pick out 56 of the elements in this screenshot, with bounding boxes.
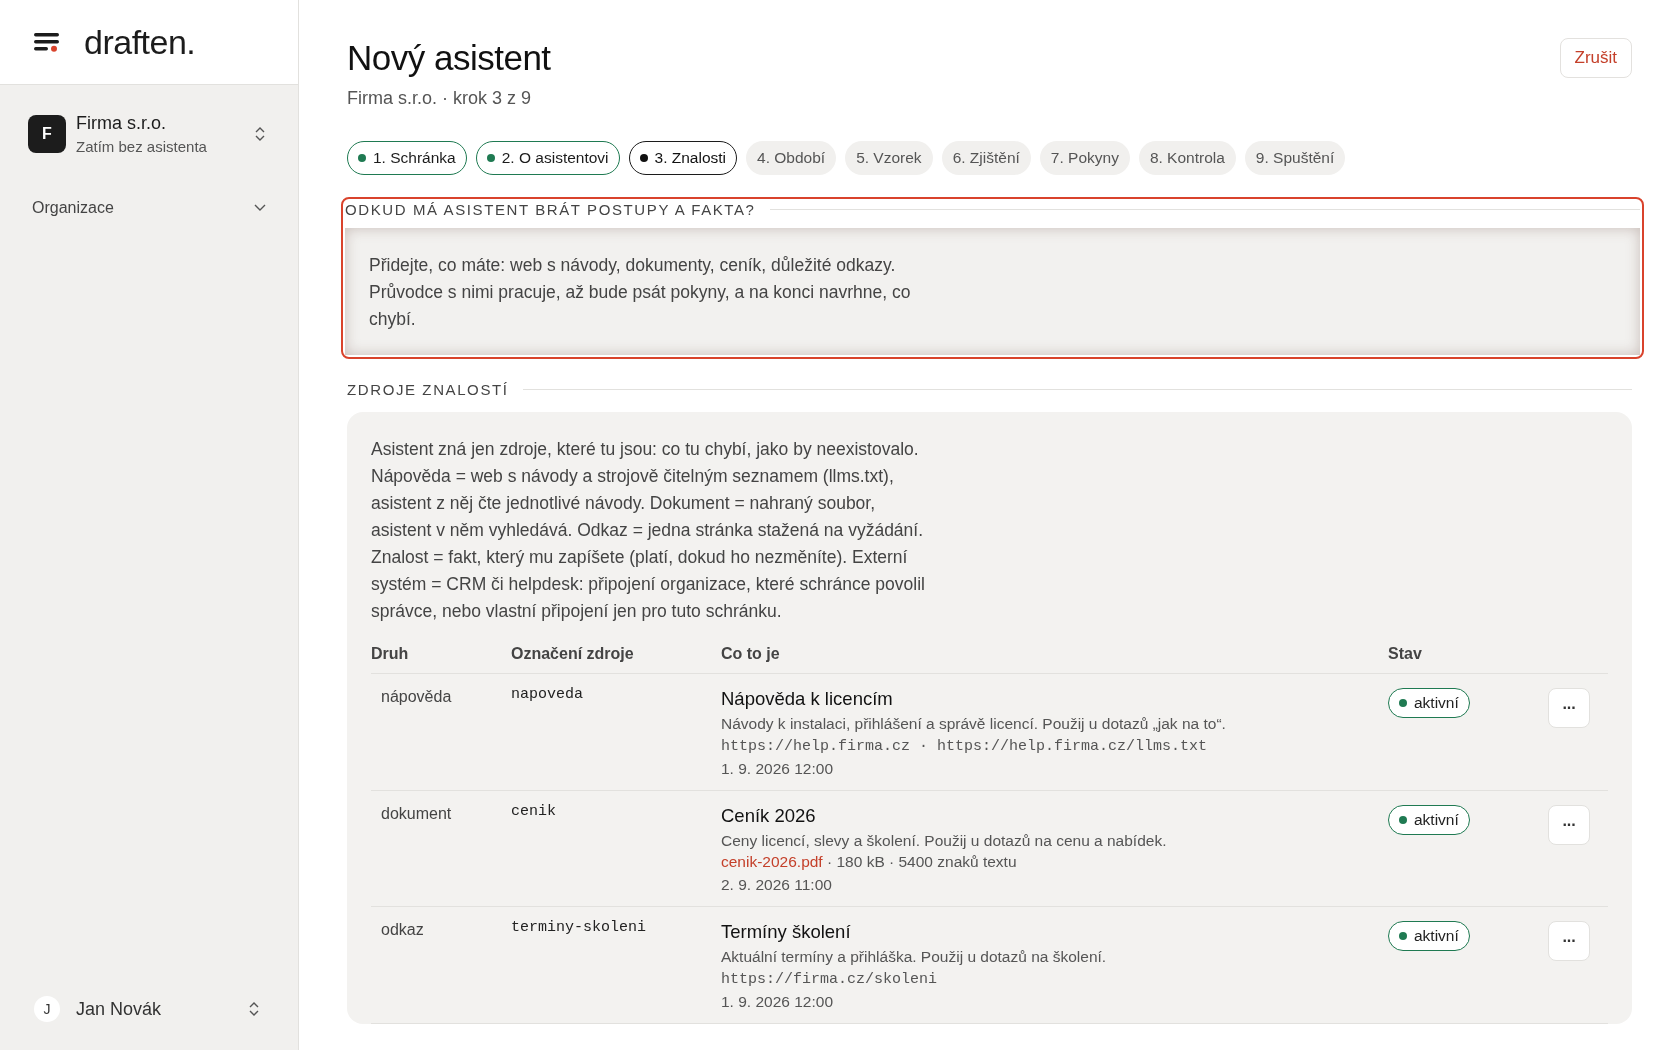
step-tab[interactable]: 2. O asistentovi <box>475 141 620 175</box>
source-date: 2. 9. 2026 11:00 <box>721 876 833 894</box>
source-id: terminy-skoleni <box>511 919 648 936</box>
source-description: Ceny licencí, slevy a školení. Použij u dotazů na cenu a nabídek. <box>721 832 1168 850</box>
source-title: Termíny školení <box>721 921 852 943</box>
more-button[interactable]: ··· <box>1548 921 1590 961</box>
section-heading: ZDROJE ZNALOSTÍ <box>347 381 509 398</box>
file-info: · 180 kB · 5400 znaků textu <box>826 853 1017 870</box>
source-url: https://firma.cz/skoleni <box>721 971 938 988</box>
source-title: Ceník 2026 <box>721 805 817 827</box>
sources-description: Asistent zná jen zdroje, které tu jsou: co tu chybí, jako by neexistovalo. Nápověda = web s návody a strojově čitelným seznamem (llms.txt), asistent z něj čte jednotlivé návody. Dokument = nahraný soubor, asistent v něm vyhledává. Odkaz = jedna stránka stažená na vyžádání. Znalost = fakt, který mu zapíšete (platí, dokud ho nezměníte). Externí systém = CRM či helpdesk: připojení organizace, které schránce povolil správce, nebo vlastní připojení jen pro tuto schránku. <box>371 438 926 623</box>
more-button[interactable]: ··· <box>1548 805 1590 845</box>
source-description: Návody k instalaci, přihlášení a správě licencí. Použij u dotazů „jak na to“. <box>721 715 1227 733</box>
step-tab[interactable]: 7. Pokyny <box>1039 141 1130 175</box>
cancel-button[interactable]: Zrušit <box>1559 38 1632 78</box>
menu-icon[interactable] <box>34 32 60 52</box>
step-tab[interactable]: 5. Vzorek <box>845 141 933 175</box>
source-url: https://help.firma.cz · https://help.firma.cz/llms.txt <box>721 738 1208 755</box>
source-id: napoveda <box>511 686 584 703</box>
expand-icon[interactable] <box>248 1000 260 1018</box>
column-header: Stav <box>1388 645 1422 662</box>
page-title: Nový asistent <box>347 38 551 78</box>
page-subtitle: Firma s.r.o. · krok 3 z 9 <box>347 88 533 109</box>
step-tab[interactable]: 6. Zjištění <box>941 141 1031 175</box>
org-avatar: F <box>28 115 66 153</box>
status-badge: aktivní <box>1388 688 1470 718</box>
section-heading: ODKUD MÁ ASISTENT BRÁT POSTUPY A FAKTA? <box>345 201 756 218</box>
status-badge: aktivní <box>1388 805 1470 835</box>
org-name: Firma s.r.o. <box>76 113 167 134</box>
user-avatar: J <box>34 996 60 1022</box>
step-tab[interactable]: 8. Kontrola <box>1138 141 1236 175</box>
table-cell-text: odkaz <box>380 921 424 938</box>
column-header: Co to je <box>721 645 780 662</box>
table-cell-text: nápověda <box>380 688 452 705</box>
source-id: cenik <box>511 803 557 820</box>
table-cell-text: dokument <box>380 805 452 822</box>
column-header: Označení zdroje <box>511 645 634 662</box>
user-name[interactable]: Jan Novák <box>76 998 232 1020</box>
column-header: Druh <box>371 645 409 662</box>
source-date: 1. 9. 2026 12:00 <box>721 760 835 778</box>
chevron-icon[interactable] <box>254 204 266 212</box>
source-date: 1. 9. 2026 12:00 <box>721 993 835 1011</box>
source-title: Nápověda k licencím <box>721 688 894 710</box>
expand-icon[interactable] <box>254 125 266 143</box>
file-link[interactable]: cenik-2026.pdf <box>721 853 823 870</box>
status-badge: aktivní <box>1388 921 1470 951</box>
step-tab[interactable]: 1. Schránka <box>347 141 467 175</box>
more-button[interactable]: ··· <box>1548 688 1590 728</box>
org-subtitle: Zatím bez asistenta <box>76 138 208 155</box>
info-text: Přidejte, co máte: web s návody, dokumenty, ceník, důležité odkazy. Průvodce s nimi pracuje, až bude psát pokyny, a na konci navrhne, co chybí. <box>369 254 912 331</box>
logo[interactable]: draften. <box>84 22 196 62</box>
sidebar-item[interactable]: Organizace <box>32 199 114 217</box>
step-tab[interactable]: 9. Spuštění <box>1244 141 1346 175</box>
step-tab[interactable]: 3. Znalosti <box>628 141 738 175</box>
step-tab[interactable]: 4. Období <box>746 141 837 175</box>
source-description: Aktuální termíny a přihláška. Použij u dotazů na školení. <box>721 948 1108 966</box>
